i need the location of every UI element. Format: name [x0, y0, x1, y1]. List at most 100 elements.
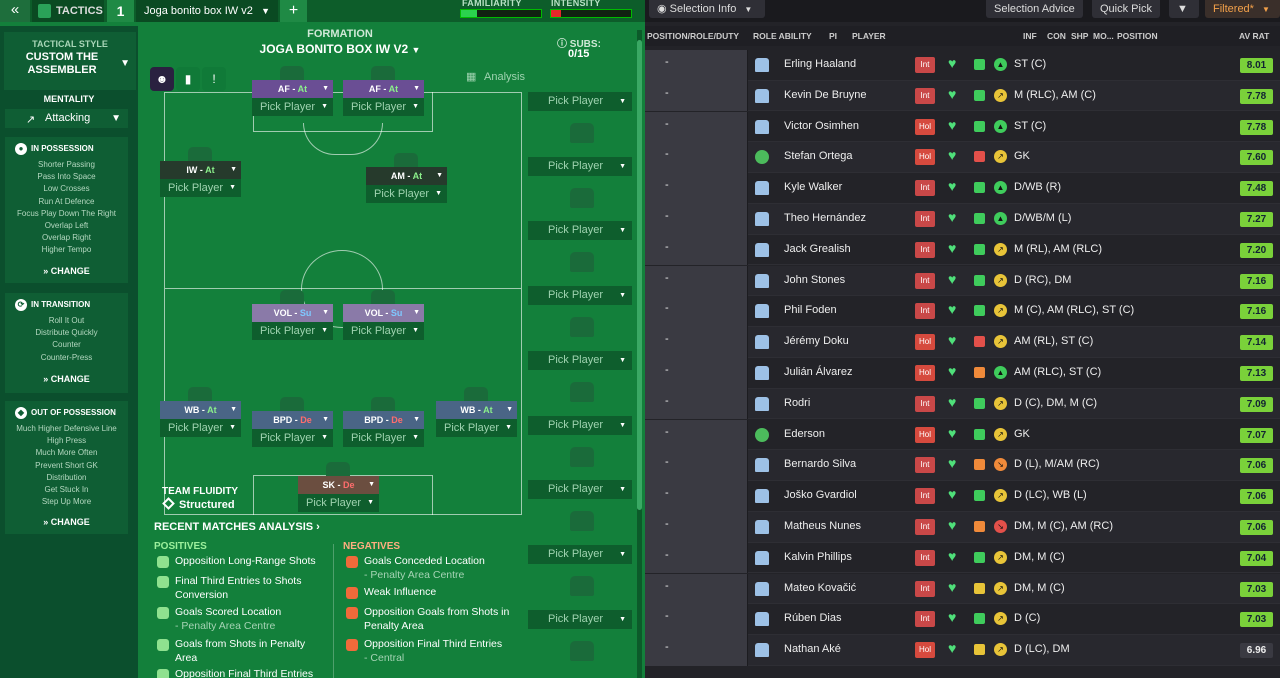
table-row[interactable]: - Jack Grealish Int ↗ M (RL), AM (RLC) 7.20: [645, 234, 1280, 266]
pick-player-select[interactable]: Pick Player ▼: [298, 494, 379, 512]
pick-player-select[interactable]: Pick Player ▼: [343, 322, 424, 340]
table-row[interactable]: -Kyle WalkerInt▲D/WB (R)7.48: [645, 173, 1280, 204]
pick-player-select[interactable]: Pick Player ▼: [160, 179, 241, 197]
pick-player-select[interactable]: Pick Player ▼: [252, 98, 333, 116]
table-row[interactable]: -Nathan AkéHol↗D (LC), DM6.96: [645, 635, 1280, 666]
position-role-duty-cell[interactable]: [645, 265, 747, 297]
substitute-slot[interactable]: Pick Player ▼: [528, 350, 632, 402]
formation-select[interactable]: JOGA BONITO BOX IW V2 ▼: [250, 42, 430, 56]
position-role-duty-cell[interactable]: [645, 142, 747, 174]
stats-view-button[interactable]: ▮: [176, 67, 200, 91]
quick-pick-button[interactable]: Quick Pick: [1092, 0, 1160, 18]
tactics-tab[interactable]: TACTICS: [32, 0, 104, 22]
formation-slot[interactable]: BPD - De ▼ Pick Player ▼: [343, 397, 424, 447]
pick-player-select[interactable]: Pick Player ▼: [528, 350, 632, 370]
pick-player-select[interactable]: Pick Player ▼: [160, 419, 241, 437]
substitute-slot[interactable]: Pick Player ▼: [528, 221, 632, 273]
formation-slot[interactable]: AF - At ▼ Pick Player ▼: [252, 66, 333, 116]
player-name[interactable]: Mateo Kovačić: [784, 582, 856, 594]
position-role-duty-cell[interactable]: [645, 111, 747, 143]
substitute-slot[interactable]: Pick Player ▼: [528, 544, 632, 596]
back-button[interactable]: «: [0, 0, 30, 22]
position-role-duty-cell[interactable]: [645, 80, 747, 112]
role-select[interactable]: IW - At ▼: [160, 161, 241, 179]
table-row[interactable]: -Stefan OrtegaHol↗GK7.60: [645, 142, 1280, 174]
position-role-duty-cell[interactable]: [645, 50, 747, 81]
tactics-scrollbar[interactable]: [637, 30, 642, 678]
formation-slot[interactable]: VOL - Su ▼ Pick Player ▼: [343, 290, 424, 340]
selection-info-button[interactable]: ◉ Selection Info ▼: [649, 0, 765, 18]
substitute-slot[interactable]: Pick Player ▼: [528, 156, 632, 208]
pick-player-select[interactable]: Pick Player ▼: [343, 98, 424, 116]
formation-slot[interactable]: WB - At ▼ Pick Player ▼: [160, 387, 241, 437]
player-name[interactable]: Rúben Dias: [784, 612, 841, 624]
player-name[interactable]: Phil Foden: [784, 304, 837, 316]
player-name[interactable]: Kalvin Phillips: [784, 551, 852, 563]
player-name[interactable]: John Stones: [784, 274, 845, 286]
player-name[interactable]: Erling Haaland: [784, 58, 856, 70]
table-row[interactable]: - Erling Haaland Int ▲ ST (C) 8.01: [645, 50, 1280, 81]
position-role-duty-cell[interactable]: [645, 419, 747, 451]
role-select[interactable]: AM - At ▼: [366, 167, 447, 185]
player-name[interactable]: Bernardo Silva: [784, 458, 856, 470]
role-select[interactable]: WB - At ▼: [436, 401, 517, 419]
player-name[interactable]: Kyle Walker: [784, 181, 842, 193]
table-row[interactable]: -Joško GvardiolInt↗D (LC), WB (L)7.06: [645, 481, 1280, 512]
pick-player-select[interactable]: Pick Player ▼: [528, 221, 632, 241]
pick-player-select[interactable]: Pick Player ▼: [252, 322, 333, 340]
add-tactic-button[interactable]: +: [280, 0, 307, 22]
col-inf[interactable]: INF: [1023, 26, 1037, 46]
role-select[interactable]: BPD - De ▼: [343, 411, 424, 429]
formation-slot[interactable]: IW - At ▼ Pick Player ▼: [160, 147, 241, 197]
pick-player-select[interactable]: Pick Player ▼: [528, 286, 632, 306]
col-average-rating[interactable]: AV RAT: [1239, 26, 1269, 46]
pick-player-select[interactable]: Pick Player ▼: [436, 419, 517, 437]
pick-player-select[interactable]: Pick Player ▼: [528, 92, 632, 111]
player-name[interactable]: Kevin De Bruyne: [784, 89, 867, 101]
position-role-duty-cell[interactable]: [645, 173, 747, 204]
player-name[interactable]: Joško Gvardiol: [784, 489, 857, 501]
role-select[interactable]: VOL - Su ▼: [252, 304, 333, 322]
role-select[interactable]: BPD - De ▼: [252, 411, 333, 429]
formation-slot[interactable]: AM - At ▼ Pick Player ▼: [366, 153, 447, 203]
substitute-slot[interactable]: Pick Player ▼: [528, 286, 632, 338]
position-role-duty-cell[interactable]: [645, 635, 747, 666]
position-role-duty-cell[interactable]: [645, 604, 747, 636]
familiarity-meter[interactable]: [460, 9, 542, 18]
col-pi[interactable]: PI: [829, 26, 837, 46]
player-info-view-button[interactable]: ☻: [150, 67, 174, 91]
out-of-possession-change-button[interactable]: » CHANGE: [5, 517, 128, 527]
pick-player-select[interactable]: Pick Player ▼: [252, 429, 333, 447]
position-role-duty-cell[interactable]: [645, 327, 747, 358]
col-player[interactable]: PLAYER: [852, 26, 886, 46]
analysis-button[interactable]: ▦ Analysis: [462, 68, 530, 86]
mentality-select[interactable]: ↗ Attacking ▼: [5, 109, 128, 128]
table-row[interactable]: - Ederson Hol ↗ GK 7.07: [645, 419, 1280, 451]
table-row[interactable]: - Victor Osimhen Hol ▲ ST (C) 7.78: [645, 111, 1280, 143]
table-row[interactable]: -Jérémy DokuHol↗AM (RL), ST (C)7.14: [645, 327, 1280, 358]
table-row[interactable]: -Rúben DiasInt↗D (C)7.03: [645, 604, 1280, 636]
player-name[interactable]: Jérémy Doku: [784, 335, 849, 347]
substitute-slot[interactable]: Pick Player ▼: [528, 415, 632, 467]
position-role-duty-cell[interactable]: [645, 512, 747, 543]
col-role-ability[interactable]: ROLE ABILITY: [753, 26, 812, 46]
substitute-slot[interactable]: Pick Player ▼: [528, 480, 632, 532]
pick-player-select[interactable]: Pick Player ▼: [528, 609, 632, 629]
scrollbar-thumb[interactable]: [637, 40, 642, 510]
role-select[interactable]: VOL - Su ▼: [343, 304, 424, 322]
table-row[interactable]: - Julián Álvarez Hol ▲ AM (RLC), ST (C) 7.13: [645, 358, 1280, 389]
recent-matches-analysis-link[interactable]: RECENT MATCHES ANALYSIS ›: [154, 521, 320, 533]
table-row[interactable]: -Bernardo SilvaInt↘D (L), M/AM (RC)7.06: [645, 450, 1280, 482]
role-select[interactable]: AF - At ▼: [343, 80, 424, 98]
table-row[interactable]: - Theo Hernández Int ▲ D/WB/M (L) 7.27: [645, 204, 1280, 235]
player-name[interactable]: Nathan Aké: [784, 643, 841, 655]
tactic-slot-number[interactable]: 1: [107, 0, 134, 22]
formation-slot[interactable]: AF - At ▼ Pick Player ▼: [343, 66, 424, 116]
table-row[interactable]: -Phil FodenInt↗M (C), AM (RLC), ST (C)7.…: [645, 296, 1280, 328]
player-name[interactable]: Theo Hernández: [784, 212, 866, 224]
player-name[interactable]: Rodri: [784, 397, 810, 409]
table-row[interactable]: - Rodri Int ↗ D (C), DM, M (C) 7.09: [645, 388, 1280, 420]
position-role-duty-cell[interactable]: [645, 542, 747, 574]
table-row[interactable]: - Matheus Nunes Int ↘ DM, M (C), AM (RC) 7.06: [645, 512, 1280, 543]
tactical-style-select[interactable]: TACTICAL STYLE CUSTOM THE ASSEMBLER ▼: [4, 32, 136, 90]
